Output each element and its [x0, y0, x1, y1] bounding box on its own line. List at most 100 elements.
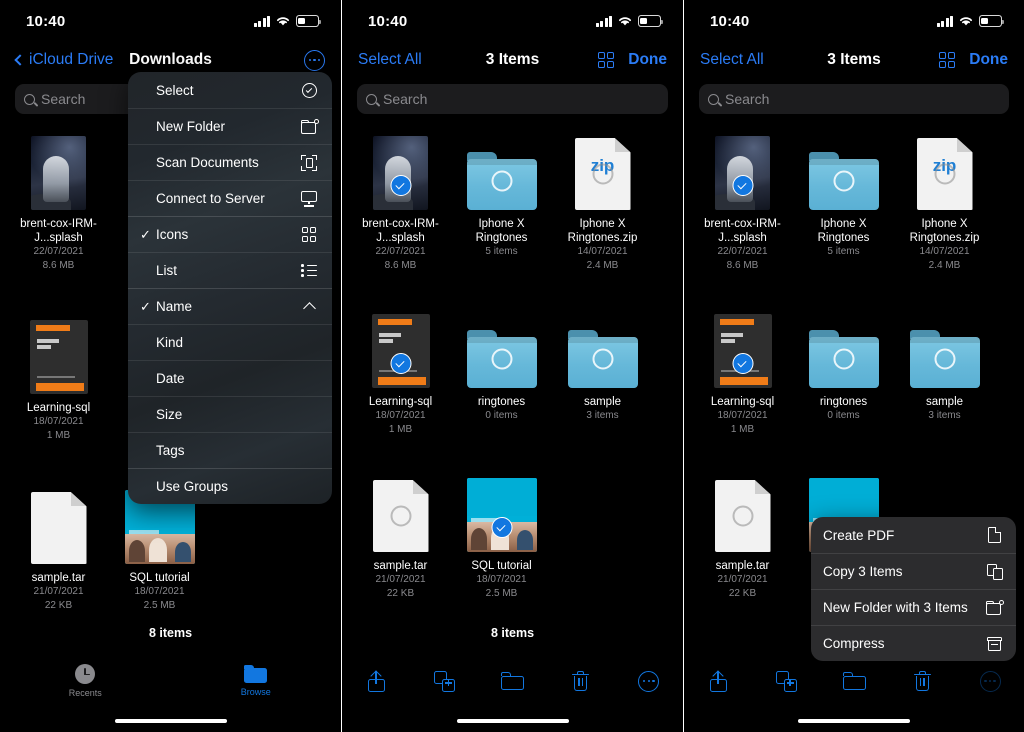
file-date: 14/07/2021: [919, 246, 970, 257]
duplicate-button[interactable]: [752, 670, 820, 692]
selection-circle[interactable]: [934, 348, 955, 370]
file-item[interactable]: Learning-sql 18/07/2021 1 MB: [8, 310, 109, 448]
menu-item-tags[interactable]: Tags: [128, 432, 332, 468]
selection-circle[interactable]: [934, 163, 955, 185]
file-item[interactable]: sample 3 items: [894, 304, 995, 442]
archive-box-icon: [985, 634, 1004, 653]
done-button[interactable]: Done: [969, 51, 1008, 69]
menu-item-scan-documents[interactable]: Scan Documents: [128, 144, 332, 180]
grid-view-icon[interactable]: [597, 51, 615, 69]
selection-circle[interactable]: [390, 505, 411, 527]
selection-checkmark[interactable]: [390, 175, 411, 196]
file-item[interactable]: sample.tar 21/07/2021 22 KB: [350, 468, 451, 606]
file-date: 22/07/2021: [33, 246, 84, 257]
selection-checkmark[interactable]: [491, 517, 512, 538]
selection-circle[interactable]: [491, 170, 512, 192]
check-mark: ✓: [140, 226, 151, 242]
file-item[interactable]: brent-cox-IRM-J...splash 22/07/2021 8.6 …: [692, 126, 793, 278]
menu-item-kind[interactable]: Kind: [128, 324, 332, 360]
home-indicator: [456, 718, 569, 723]
grid-icon: [299, 225, 319, 245]
action-create-pdf[interactable]: Create PDF: [811, 517, 1016, 553]
pdf-document-icon: [985, 526, 1004, 545]
selection-circle[interactable]: [491, 348, 512, 370]
file-item[interactable]: zip Iphone X Ringtones.zip 14/07/2021 2.…: [894, 126, 995, 278]
selection-circle[interactable]: [833, 348, 854, 370]
search-input[interactable]: Search: [357, 84, 668, 114]
server-icon: [299, 189, 319, 209]
phone-screen-3: 10:40 Select All 3 Items Done Search bre…: [684, 0, 1024, 732]
file-date: 18/07/2021: [375, 410, 426, 421]
book-thumbnail-icon: [713, 314, 772, 388]
selection-checkmark[interactable]: [390, 353, 411, 374]
file-item[interactable]: brent-cox-IRM-J...splash 22/07/2021 8.6 …: [350, 126, 451, 278]
action-new-folder-with-items[interactable]: New Folder with 3 Items: [811, 589, 1016, 625]
selection-circle[interactable]: [592, 163, 613, 185]
wifi-icon: [959, 17, 973, 26]
selection-circle[interactable]: [732, 505, 753, 527]
menu-item-list[interactable]: List: [128, 252, 332, 288]
menu-item-icons[interactable]: ✓ Icons: [128, 216, 332, 252]
file-item[interactable]: zip Iphone X Ringtones.zip 14/07/2021 2.…: [552, 126, 653, 278]
file-item[interactable]: brent-cox-IRM-J...splash 22/07/2021 8.6 …: [8, 126, 109, 278]
file-name: brent-cox-IRM-J...splash: [362, 218, 439, 244]
delete-button[interactable]: [888, 671, 956, 691]
menu-item-label: New Folder: [156, 119, 226, 134]
file-item[interactable]: sample.tar 21/07/2021 22 KB: [692, 468, 793, 606]
menu-item-date[interactable]: Date: [128, 360, 332, 396]
battery-icon: [638, 15, 664, 27]
selection-circle[interactable]: [592, 348, 613, 370]
action-copy-items[interactable]: Copy 3 Items: [811, 553, 1016, 589]
file-item[interactable]: Learning-sql 18/07/2021 1 MB: [692, 304, 793, 442]
menu-item-connect-to-server[interactable]: Connect to Server: [128, 180, 332, 216]
file-name: Learning-sql: [26, 402, 91, 414]
tab-browse[interactable]: Browse: [171, 665, 342, 697]
menu-item-new-folder[interactable]: New Folder: [128, 108, 332, 144]
share-button[interactable]: [684, 669, 752, 692]
menu-item-use-groups[interactable]: Use Groups: [128, 468, 332, 504]
action-label: Compress: [823, 636, 885, 651]
duplicate-button[interactable]: [410, 670, 478, 692]
check-mark: ✓: [140, 298, 151, 314]
delete-button[interactable]: [547, 671, 615, 691]
ellipsis-circle-icon[interactable]: [304, 49, 325, 71]
clock-icon: [75, 664, 96, 684]
status-bar: 10:40: [342, 0, 683, 42]
file-size: 8.6 MB: [384, 259, 417, 271]
menu-item-label: Tags: [156, 443, 185, 458]
tab-recents[interactable]: Recents: [0, 664, 171, 698]
move-to-folder-button[interactable]: [820, 672, 888, 690]
file-item[interactable]: sample.tar 21/07/2021 22 KB: [8, 480, 109, 618]
file-item[interactable]: sample 3 items: [552, 304, 653, 442]
file-item[interactable]: ringtones 0 items: [451, 304, 552, 442]
search-input[interactable]: Search: [699, 84, 1009, 114]
more-button[interactable]: [956, 670, 1024, 692]
file-thumbnail: [566, 314, 640, 388]
done-button[interactable]: Done: [628, 51, 667, 69]
selection-checkmark[interactable]: [732, 353, 753, 374]
cellular-bars-icon: [253, 15, 270, 27]
selection-toolbar: [684, 656, 1024, 706]
move-to-folder-button[interactable]: [478, 672, 546, 690]
selection-circle[interactable]: [833, 170, 854, 192]
share-button[interactable]: [342, 669, 410, 692]
select-all-button[interactable]: Select All: [358, 51, 422, 69]
photo-thumbnail-icon: [31, 136, 86, 210]
back-button[interactable]: iCloud Drive: [14, 51, 113, 69]
menu-item-size[interactable]: Size: [128, 396, 332, 432]
menu-item-select[interactable]: Select: [128, 72, 332, 108]
select-all-button[interactable]: Select All: [700, 51, 764, 69]
grid-view-icon[interactable]: [938, 51, 956, 69]
battery-icon: [296, 15, 322, 27]
file-item[interactable]: Iphone X Ringtones 5 items: [451, 126, 552, 278]
file-item[interactable]: Learning-sql 18/07/2021 1 MB: [350, 304, 451, 442]
document-thumbnail-icon: [714, 480, 771, 552]
battery-icon: [979, 15, 1005, 27]
more-button[interactable]: [615, 670, 683, 692]
menu-item-name[interactable]: ✓ Name: [128, 288, 332, 324]
file-item[interactable]: Iphone X Ringtones 5 items: [793, 126, 894, 278]
selection-checkmark[interactable]: [732, 175, 753, 196]
duplicate-icon: [433, 670, 455, 692]
file-item[interactable]: SQL tutorial 18/07/2021 2.5 MB: [451, 468, 552, 606]
file-item[interactable]: ringtones 0 items: [793, 304, 894, 442]
